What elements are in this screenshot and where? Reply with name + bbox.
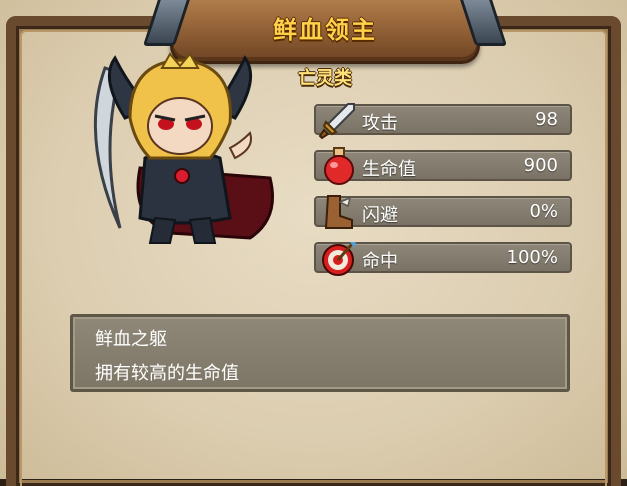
hero-name: 鲜血领主 (273, 16, 377, 44)
boot-icon (324, 195, 353, 229)
skill-description: 拥有较高的生命值 (95, 363, 239, 384)
stat-row-dodge: 闪避 0% (314, 195, 572, 229)
stat-label-dodge: 闪避 (362, 205, 398, 226)
stat-value-dodge: 0% (529, 201, 558, 222)
stat-row-attack: 攻击 98 (314, 103, 572, 140)
skill-name: 鲜血之躯 (95, 329, 167, 350)
stats-list: 攻击 98 生命值 900 闪避 0% 命中 100% (314, 103, 572, 288)
stat-value-attack: 98 (535, 109, 558, 130)
stat-label-attack: 攻击 (362, 113, 398, 134)
potion-icon (324, 147, 354, 185)
hero-portrait (93, 52, 274, 244)
stat-value-accuracy: 100% (506, 247, 558, 268)
hero-type: 亡灵类 (298, 68, 352, 89)
sword-icon (318, 103, 355, 140)
stat-value-hp: 900 (523, 155, 558, 176)
stat-label-hp: 生命值 (362, 159, 416, 180)
stat-row-hp: 生命值 900 (314, 147, 572, 185)
stat-row-accuracy: 命中 100% (314, 242, 572, 276)
hero-info-panel: 鲜血领主 亡灵类 攻击 98 生命值 900 闪避 0% 命中 100% 鲜血之… (0, 0, 627, 486)
skill-box: 鲜血之躯 拥有较高的生命值 (70, 314, 570, 392)
stat-label-accuracy: 命中 (362, 251, 398, 272)
target-icon (322, 242, 356, 276)
